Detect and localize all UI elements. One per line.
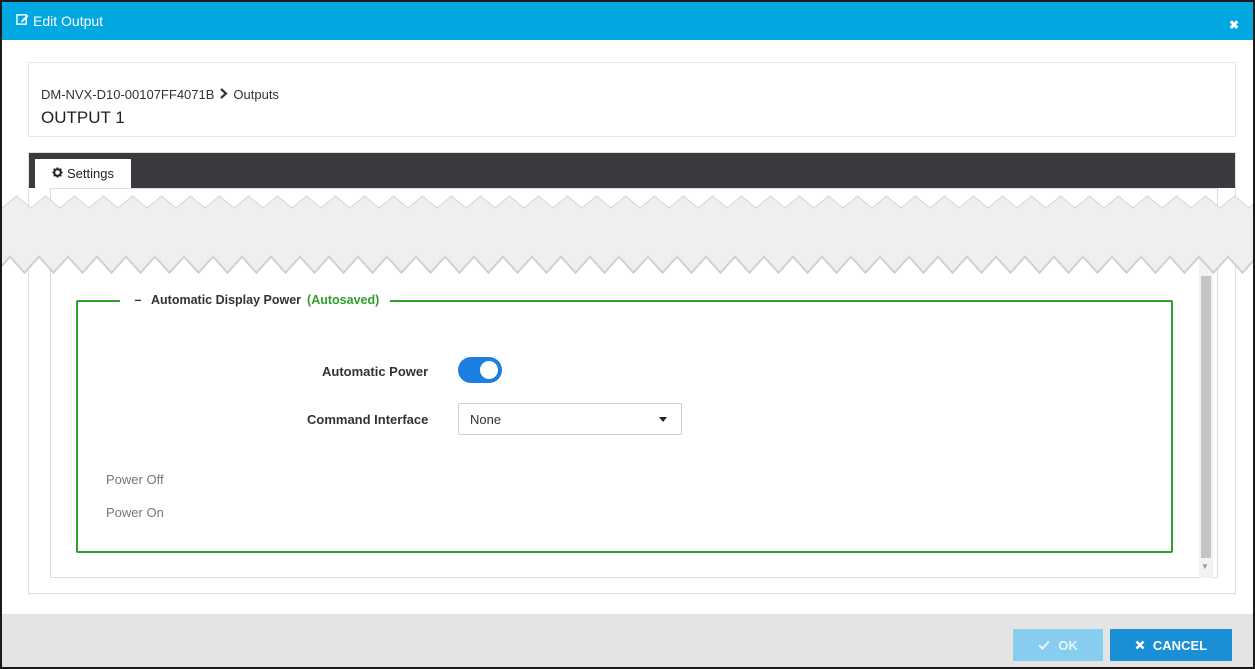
command-interface-label: Command Interface xyxy=(307,412,429,427)
automatic-power-label: Automatic Power xyxy=(322,364,429,379)
close-icon[interactable]: ✖ xyxy=(1229,18,1239,32)
scrollbar-thumb[interactable] xyxy=(1201,276,1211,558)
torn-edge-band xyxy=(2,195,1253,273)
close-icon xyxy=(1135,638,1145,653)
power-on-label: Power On xyxy=(106,505,164,520)
chevron-right-icon xyxy=(219,87,229,102)
scroll-down-icon[interactable]: ▼ xyxy=(1201,562,1209,571)
dialog-titlebar: Edit Output ✖ xyxy=(2,2,1253,40)
cancel-button[interactable]: CANCEL xyxy=(1110,629,1232,661)
tab-bar: Settings xyxy=(29,153,1235,188)
fieldset-title: Automatic Display Power xyxy=(151,293,302,307)
toggle-knob xyxy=(480,361,498,379)
breadcrumb-section[interactable]: Outputs xyxy=(233,87,279,102)
ok-label: OK xyxy=(1058,637,1078,653)
command-interface-value: None xyxy=(470,412,502,427)
breadcrumb-panel: DM-NVX-D10-00107FF4071B Outputs OUTPUT 1 xyxy=(28,62,1236,137)
fieldset-legend[interactable]: – Automatic Display Power (Autosaved) xyxy=(120,293,391,307)
scrollbar[interactable]: ▼ xyxy=(1199,238,1213,578)
autosaved-badge: (Autosaved) xyxy=(307,293,380,307)
edit-icon xyxy=(16,13,29,29)
power-off-label: Power Off xyxy=(106,472,164,487)
page-title: OUTPUT 1 xyxy=(41,108,125,127)
ok-button[interactable]: OK xyxy=(1013,629,1103,661)
automatic-power-toggle[interactable] xyxy=(458,357,502,383)
edit-output-dialog: Edit Output ✖ DM-NVX-D10-00107FF4071B Ou… xyxy=(0,0,1255,669)
dialog-footer: OK CANCEL xyxy=(2,614,1253,667)
breadcrumb-device[interactable]: DM-NVX-D10-00107FF4071B xyxy=(41,87,214,102)
dialog-title: Edit Output xyxy=(16,13,103,29)
collapse-icon[interactable]: – xyxy=(131,293,145,307)
cancel-label: CANCEL xyxy=(1152,637,1208,653)
check-icon xyxy=(1038,638,1050,653)
tab-settings-label: Settings xyxy=(67,166,114,181)
gear-icon xyxy=(52,166,63,181)
caret-down-icon xyxy=(659,417,667,422)
torn-edge-divider xyxy=(2,195,1253,274)
dialog-title-text: Edit Output xyxy=(33,13,104,29)
tab-settings[interactable]: Settings xyxy=(35,159,131,188)
command-interface-select[interactable]: None xyxy=(458,403,682,435)
breadcrumb: DM-NVX-D10-00107FF4071B Outputs xyxy=(41,87,279,102)
